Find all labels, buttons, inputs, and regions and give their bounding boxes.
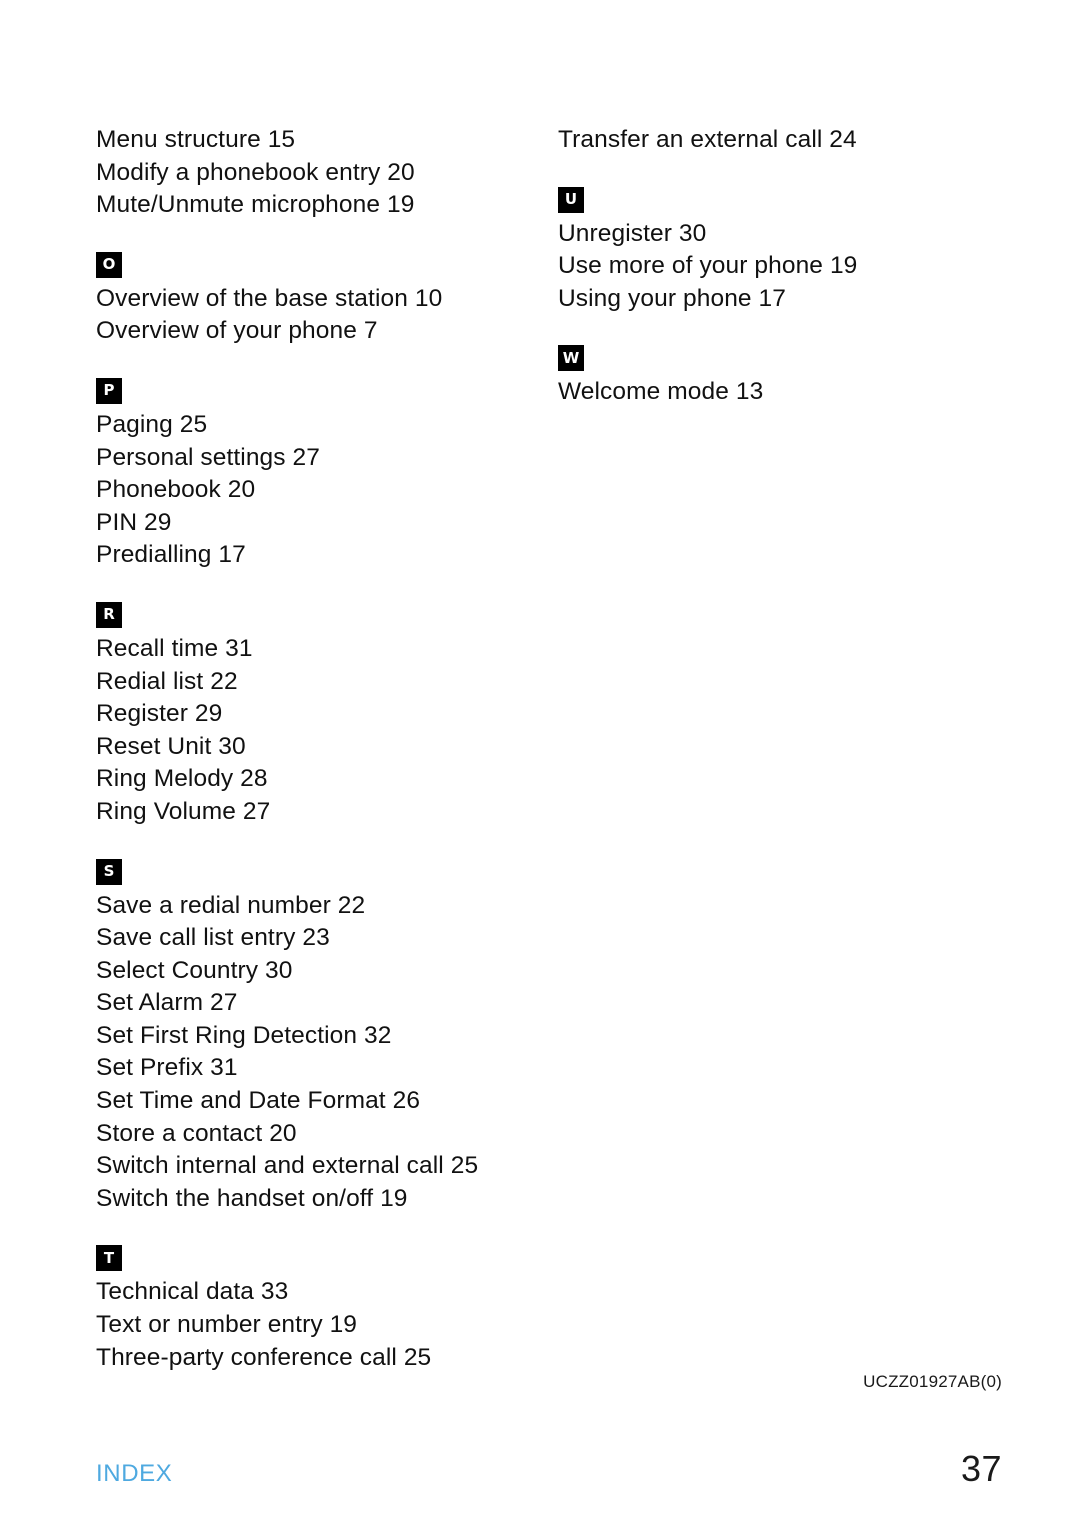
index-group-o: O Overview of the base station 10 Overview… (96, 251, 558, 348)
index-entry: Three-party conference call 25 (96, 1343, 432, 1371)
index-entry-list: Menu structure 15 Modify a phonebook entr… (96, 124, 558, 222)
index-entry: Phonebook 20 (96, 476, 256, 504)
index-entry: Predialling 17 (96, 541, 246, 569)
index-entry-list: Save a redial number 22 Save call list en… (96, 890, 558, 1216)
index-entry-list: Unregister 30 Use more of your phone 19 Us… (558, 218, 996, 316)
letter-badge-u: U (558, 186, 584, 213)
index-entry-list: Recall time 31 Redial list 22 Register 29 R… (96, 633, 558, 829)
index-group-continued: Transfer an external call 24 (558, 124, 996, 157)
index-entry: Unregister 30 (558, 219, 707, 247)
index-entry-list: Transfer an external call 24 (558, 124, 996, 157)
index-page: Menu structure 15 Modify a phonebook entr… (0, 0, 1080, 1525)
index-entry-list: Welcome mode 13 (558, 376, 996, 409)
index-group-s: S Save a redial number 22 Save call list e… (96, 858, 558, 1216)
index-entry: Set Alarm 27 (96, 989, 238, 1017)
letter-badge-w: W (558, 345, 584, 372)
index-entry: Mute/Unmute microphone 19 (96, 191, 415, 219)
index-entry: Select Country 30 (96, 956, 293, 984)
index-entry: Set Prefix 31 (96, 1054, 238, 1082)
index-group-r: R Recall time 31 Redial list 22 Register 29… (96, 601, 558, 829)
index-column-right: Transfer an external call 24 U Unregister … (558, 124, 996, 409)
letter-badge-s: S (96, 858, 122, 885)
index-entry: Switch internal and external call 25 (96, 1152, 479, 1180)
index-entry: PIN 29 (96, 508, 172, 536)
index-entry: Overview of your phone 7 (96, 317, 378, 345)
index-entry: Register 29 (96, 700, 223, 728)
index-entry: Set Time and Date Format 26 (96, 1087, 421, 1115)
letter-badge-p: P (96, 377, 122, 404)
index-entry: Welcome mode 13 (558, 378, 764, 406)
index-entry: Save a redial number 22 (96, 891, 366, 919)
index-group-w: W Welcome mode 13 (558, 345, 996, 409)
index-entry: Set First Ring Detection 32 (96, 1021, 392, 1049)
index-entry: Store a contact 20 (96, 1119, 297, 1147)
index-group-t: T Technical data 33 Text or number entry 1… (96, 1245, 558, 1374)
index-columns: Menu structure 15 Modify a phonebook entr… (96, 124, 996, 1374)
index-entry-list: Paging 25 Personal settings 27 Phonebook 2… (96, 409, 558, 572)
page-footer: INDEX 37 (96, 1448, 1002, 1490)
page-number: 37 (960, 1448, 1002, 1489)
index-entry: Paging 25 (96, 410, 208, 438)
index-group-continued: Menu structure 15 Modify a phonebook entr… (96, 124, 558, 222)
index-entry: Redial list 22 (96, 667, 238, 695)
index-entry: Technical data 33 (96, 1278, 289, 1306)
index-group-p: P Paging 25 Personal settings 27 Phonebook … (96, 377, 558, 572)
letter-badge-r: R (96, 601, 122, 628)
index-entry: Using your phone 17 (558, 284, 786, 312)
footer-section-label: INDEX (96, 1460, 173, 1487)
index-entry-list: Technical data 33 Text or number entry 19… (96, 1276, 558, 1374)
index-entry-list: Overview of the base station 10 Overview … (96, 283, 558, 348)
index-entry: Ring Melody 28 (96, 765, 268, 793)
index-entry: Ring Volume 27 (96, 797, 271, 825)
index-entry: Modify a phonebook entry 20 (96, 158, 415, 186)
letter-badge-o: O (96, 251, 122, 278)
index-entry: Transfer an external call 24 (558, 126, 857, 153)
index-entry: Save call list entry 23 (96, 924, 330, 952)
index-group-u: U Unregister 30 Use more of your phone 19 U… (558, 186, 996, 316)
index-entry: Text or number entry 19 (96, 1311, 358, 1339)
letter-badge-t: T (96, 1245, 122, 1272)
index-entry: Reset Unit 30 (96, 732, 246, 760)
index-entry: Menu structure 15 (96, 126, 296, 153)
index-entry: Personal settings 27 (96, 443, 320, 471)
document-code: UCZZ01927AB(0) (863, 1372, 1002, 1391)
index-column-left: Menu structure 15 Modify a phonebook entr… (96, 124, 558, 1374)
index-entry: Recall time 31 (96, 634, 253, 662)
index-entry: Switch the handset on/off 19 (96, 1184, 408, 1212)
index-entry: Overview of the base station 10 (96, 284, 443, 312)
index-entry: Use more of your phone 19 (558, 252, 858, 280)
